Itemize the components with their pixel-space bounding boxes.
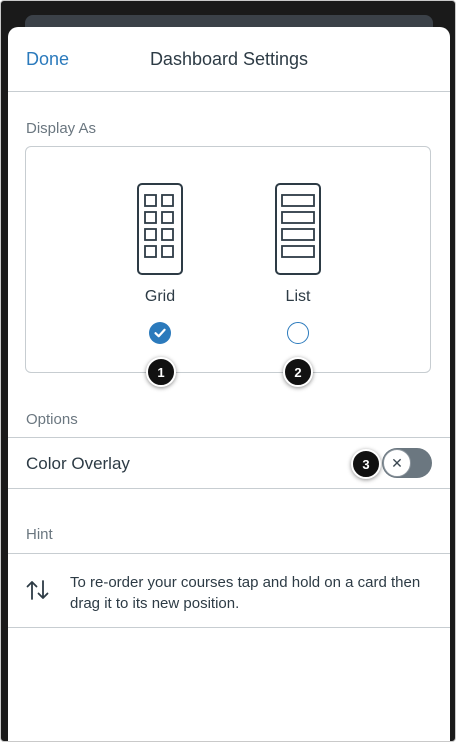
grid-option-label: Grid xyxy=(144,288,176,305)
divider xyxy=(8,91,450,92)
list-radio[interactable] xyxy=(287,322,309,344)
settings-sheet: Done Dashboard Settings Display As Grid xyxy=(8,27,450,741)
page-title: Dashboard Settings xyxy=(149,49,309,69)
list-layout-icon[interactable] xyxy=(275,183,321,275)
close-icon: ✕ xyxy=(391,454,403,471)
hint-text: To re-order your courses tap and hold on… xyxy=(70,574,421,612)
options-label: Options xyxy=(26,411,78,428)
device-frame: Done Dashboard Settings Display As Grid xyxy=(0,0,456,742)
color-overlay-toggle[interactable]: ✕ xyxy=(382,448,432,478)
display-as-panel: Grid List xyxy=(25,146,431,373)
grid-radio[interactable] xyxy=(149,322,171,344)
divider xyxy=(8,553,450,554)
sheet-header: Done Dashboard Settings xyxy=(8,27,450,91)
toggle-knob: ✕ xyxy=(383,449,411,477)
checkmark-icon xyxy=(154,328,166,338)
color-overlay-label: Color Overlay xyxy=(26,454,130,473)
callout-badge-3: 3 xyxy=(351,449,381,479)
callout-badge-1: 1 xyxy=(146,357,176,387)
hint-label: Hint xyxy=(26,526,53,543)
list-option-label: List xyxy=(285,288,311,305)
divider xyxy=(8,437,450,438)
grid-layout-icon[interactable] xyxy=(137,183,183,275)
display-as-label: Display As xyxy=(26,120,97,137)
callout-badge-2: 2 xyxy=(283,357,313,387)
reorder-arrows-icon xyxy=(26,580,49,600)
divider xyxy=(8,627,450,628)
divider xyxy=(8,488,450,489)
